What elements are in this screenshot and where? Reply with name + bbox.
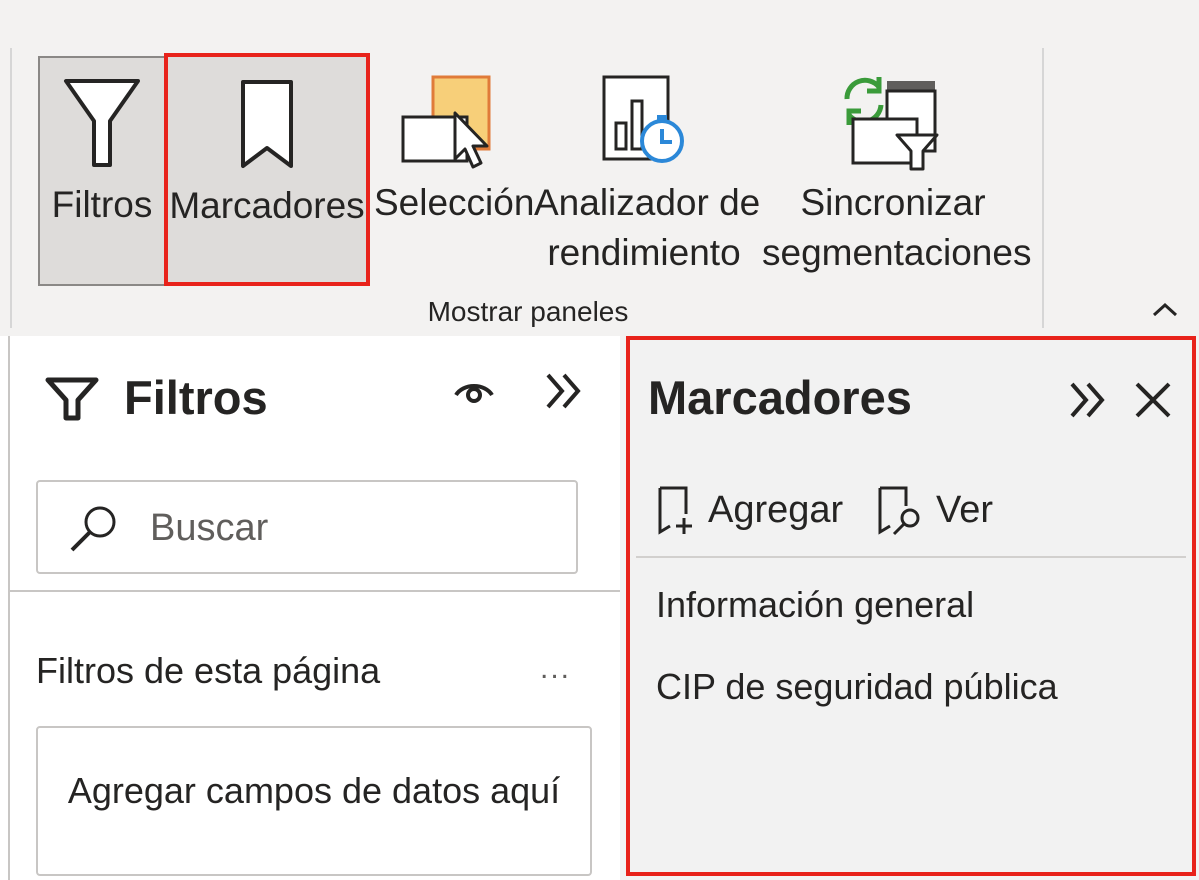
sync-slicers-label-line1: Sincronizar [800,182,986,223]
pane-divider [8,336,10,880]
more-options-button[interactable]: ... [540,652,571,686]
view-bookmarks-button[interactable]: Ver [876,484,993,536]
performance-analyzer-button[interactable]: Analizador de rendimiento [534,56,761,286]
ribbon-divider [1042,48,1044,328]
performance-analyzer-label-line1: Analizador de [534,182,761,223]
filter-icon [45,377,99,421]
drop-zone-label: Agregar campos de datos aquí [67,770,561,811]
close-icon [1135,382,1171,418]
sync-slicers-icon [844,77,939,171]
bookmark-item[interactable]: CIP de seguridad pública [656,666,1058,708]
search-input[interactable] [148,502,552,554]
ribbon-divider [10,48,12,328]
filter-icon [64,79,140,167]
performance-analyzer-label-line2: rendimiento [547,232,741,273]
collapse-filters-pane-button[interactable] [540,368,590,414]
selection-pane-button[interactable]: Selección [374,56,535,286]
add-bookmark-label: Agregar [708,488,844,531]
performance-analyzer-icon [602,75,684,163]
add-bookmark-icon [658,486,692,535]
chevron-up-icon [1152,302,1178,317]
collapse-bookmarks-pane-button[interactable] [1064,376,1114,424]
add-bookmark-button[interactable]: Agregar [656,484,843,536]
view-bookmarks-label: Ver [936,488,994,531]
expand-icon [1070,382,1105,418]
section-divider [10,590,620,592]
expand-icon [546,373,581,409]
sync-slicers-label-line2: segmentaciones [762,232,1032,273]
eye-icon [454,384,494,403]
filters-pane: Filtros Filtros de esta página ... Agreg… [0,336,620,880]
bookmarks-pane-label: Marcadores [169,185,365,226]
filters-pane-label: Filtros [51,184,153,225]
page-filters-heading: Filtros de esta página [36,650,381,691]
toolbar-divider [636,556,1186,558]
bookmark-item[interactable]: Información general [656,584,974,626]
filters-pane-title: Filtros [124,371,268,424]
ribbon-group-label: Mostrar paneles [427,296,629,327]
view-bookmark-icon [878,486,920,536]
sync-slicers-button[interactable]: Sincronizar segmentaciones [762,56,1032,286]
bookmarks-pane-button[interactable]: Marcadores [164,53,370,286]
bookmark-icon [241,80,293,168]
selection-icon [401,75,491,169]
selection-pane-label: Selección [374,182,535,223]
bookmarks-pane-title: Marcadores [648,371,912,424]
close-bookmarks-pane-button[interactable] [1130,376,1176,424]
search-box[interactable] [36,480,578,574]
filters-pane-button[interactable]: Filtros [38,56,166,286]
visibility-toggle-button[interactable] [450,370,498,410]
bookmarks-pane: Marcadores Agregar Ver Información gener… [626,336,1196,876]
collapse-ribbon-button[interactable] [1148,295,1182,325]
search-icon [70,506,116,552]
add-data-fields-drop-zone[interactable]: Agregar campos de datos aquí [36,726,592,876]
ribbon: Filtros Marcadores Selección Analizador … [0,0,1199,336]
